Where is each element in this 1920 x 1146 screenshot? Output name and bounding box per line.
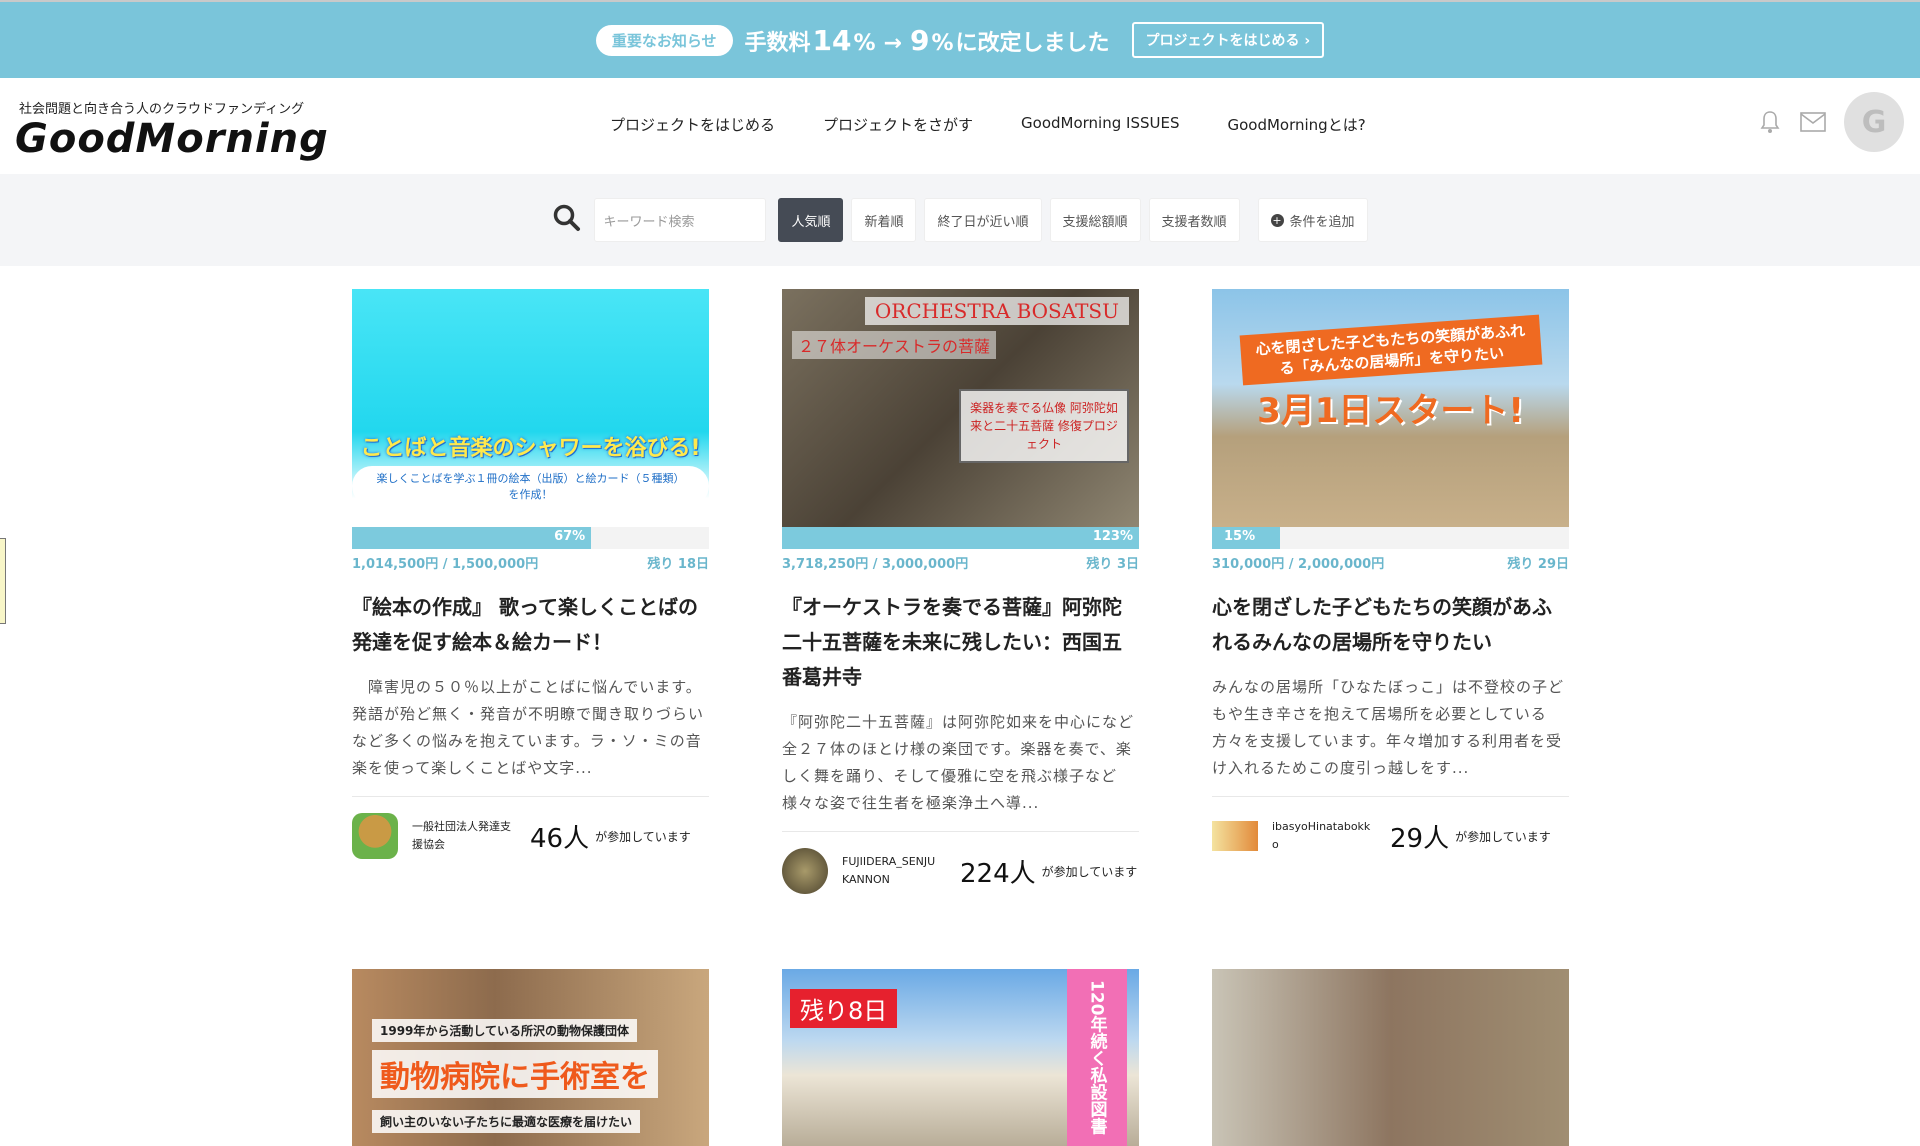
project-grid-row-2: 1999年から活動している所沢の動物保護団体 動物病院に手術室を 飼い主のいない子た… bbox=[352, 969, 1569, 1146]
project-card[interactable]: ORCHESTRA BOSATSU ２７体オーケストラの菩薩 楽器を奏でる仏像 … bbox=[782, 289, 1139, 896]
tagline: 社会問題と向き合う人のクラウドファンディング bbox=[19, 102, 305, 117]
start-project-banner-button[interactable]: プロジェクトをはじめる › bbox=[1131, 22, 1325, 58]
project-description: 障害児の５０％以上がことばに悩んでいます。発語が殆ど無く・発音が不明瞭で聞き取り… bbox=[352, 678, 705, 777]
sort-newest[interactable]: 新着順 bbox=[851, 198, 917, 242]
funding-amount: 3,718,250円 / 3,000,000円 bbox=[782, 557, 969, 572]
project-title[interactable]: 心を閉ざした子どもたちの笑顔があふれるみんなの居場所を守りたい bbox=[1212, 590, 1569, 660]
owner-avatar[interactable] bbox=[352, 813, 398, 859]
days-remaining: 残り 29日 bbox=[1507, 557, 1569, 572]
sort-total-amount[interactable]: 支援総額順 bbox=[1049, 198, 1141, 242]
progress-bar: 123% bbox=[782, 527, 1139, 549]
project-image[interactable]: 残り8日 120年続く私設図書 bbox=[782, 969, 1139, 1146]
plus-circle-icon: + bbox=[1270, 213, 1284, 227]
owner-name[interactable]: FUJIIDERA_SENJUKANNON bbox=[842, 853, 942, 889]
project-card[interactable]: 1999年から活動している所沢の動物保護団体 動物病院に手術室を 飼い主のいない子た… bbox=[352, 969, 709, 1146]
days-remaining: 残り 18日 bbox=[647, 557, 709, 572]
progress-percent: 123% bbox=[1092, 529, 1133, 544]
supporter-count: 224人 bbox=[960, 858, 1036, 889]
nav-issues[interactable]: GoodMorning ISSUES bbox=[1021, 114, 1179, 135]
supporter-count: 29人 bbox=[1390, 823, 1450, 854]
project-title[interactable]: 『オーケストラを奏でる菩薩』阿弥陀二十五菩薩を未来に残したい：西国五番葛井寺 bbox=[782, 590, 1139, 695]
bell-icon[interactable] bbox=[1758, 109, 1782, 135]
owner-name[interactable]: 一般社団法人発達支援協会 bbox=[412, 818, 512, 854]
main-nav: プロジェクトをはじめる プロジェクトをさがす GoodMorning ISSUE… bbox=[610, 114, 1366, 135]
project-card[interactable] bbox=[1212, 969, 1569, 1146]
side-drag-handle[interactable] bbox=[0, 538, 6, 624]
project-image[interactable] bbox=[1212, 969, 1569, 1146]
divider bbox=[352, 796, 709, 797]
progress-bar: 15% bbox=[1212, 527, 1569, 549]
nav-start-project[interactable]: プロジェクトをはじめる bbox=[610, 114, 775, 135]
divider bbox=[782, 831, 1139, 832]
important-notice-badge: 重要なお知らせ bbox=[595, 24, 733, 56]
site-header: 社会問題と向き合う人のクラウドファンディング GoodMorning プロジェク… bbox=[0, 78, 1920, 174]
supporter-count: 46人 bbox=[530, 823, 590, 854]
project-image[interactable]: 心を閉ざした子どもたちの笑顔があふれる「みんなの居場所」を守りたい 3月1日スタ… bbox=[1212, 289, 1569, 527]
nav-about[interactable]: GoodMorningとは? bbox=[1227, 114, 1365, 135]
nav-find-project[interactable]: プロジェクトをさがす bbox=[823, 114, 973, 135]
mail-icon[interactable] bbox=[1800, 112, 1826, 132]
logo[interactable]: 社会問題と向き合う人のクラウドファンディング GoodMorning bbox=[15, 98, 329, 159]
filter-bar: キーワード検索 人気順 新着順 終了日が近い順 支援総額順 支援者数順 + 条件を… bbox=[0, 174, 1920, 266]
owner-name[interactable]: ibasyoHinatabokko bbox=[1272, 818, 1372, 854]
divider bbox=[1212, 796, 1569, 797]
project-image[interactable]: ORCHESTRA BOSATSU ２７体オーケストラの菩薩 楽器を奏でる仏像 … bbox=[782, 289, 1139, 527]
chevron-right-icon: › bbox=[1304, 33, 1311, 49]
project-description: みんなの居場所「ひなたぼっこ」は不登校の子どもや生き辛さを抱えて居場所を必要とし… bbox=[1212, 678, 1565, 777]
add-condition-button[interactable]: + 条件を追加 bbox=[1257, 198, 1368, 242]
progress-bar: 67% bbox=[352, 527, 709, 549]
owner-avatar[interactable] bbox=[1212, 821, 1258, 851]
project-description: 『阿弥陀二十五菩薩』は阿弥陀如来を中心になど全２７体のほとけ様の楽団です。楽器を… bbox=[782, 713, 1135, 812]
progress-percent: 15% bbox=[1224, 529, 1256, 544]
sort-supporters[interactable]: 支援者数順 bbox=[1148, 198, 1240, 242]
project-title[interactable]: 『絵本の作成』 歌って楽しくことばの発達を促す絵本＆絵カード！ bbox=[352, 590, 709, 660]
keyword-search-input[interactable]: キーワード検索 bbox=[594, 198, 767, 242]
funding-amount: 310,000円 / 2,000,000円 bbox=[1212, 557, 1385, 572]
sort-ending-soon[interactable]: 終了日が近い順 bbox=[924, 198, 1042, 242]
search-icon[interactable] bbox=[552, 203, 582, 237]
announcement-banner: 重要なお知らせ 手数料 14% → 9% に改定しました プロジェクトをはじめる… bbox=[0, 0, 1920, 78]
sort-popular[interactable]: 人気順 bbox=[778, 198, 844, 242]
project-image[interactable]: ことばと音楽のシャワーを浴びる! 楽しくことばを学ぶ１冊の絵本（出版）と絵カード… bbox=[352, 289, 709, 527]
owner-avatar[interactable] bbox=[782, 848, 828, 894]
fee-change-message: 手数料 14% → 9% に改定しました bbox=[744, 23, 1110, 57]
days-remaining: 残り 3日 bbox=[1086, 557, 1139, 572]
user-avatar[interactable]: G bbox=[1844, 92, 1904, 152]
progress-percent: 67% bbox=[554, 529, 586, 544]
project-grid: ことばと音楽のシャワーを浴びる! 楽しくことばを学ぶ１冊の絵本（出版）と絵カード… bbox=[352, 289, 1569, 896]
funding-amount: 1,014,500円 / 1,500,000円 bbox=[352, 557, 539, 572]
project-card[interactable]: ことばと音楽のシャワーを浴びる! 楽しくことばを学ぶ１冊の絵本（出版）と絵カード… bbox=[352, 289, 709, 896]
project-card[interactable]: 心を閉ざした子どもたちの笑顔があふれる「みんなの居場所」を守りたい 3月1日スタ… bbox=[1212, 289, 1569, 896]
project-image[interactable]: 1999年から活動している所沢の動物保護団体 動物病院に手術室を 飼い主のいない子た… bbox=[352, 969, 709, 1146]
project-card[interactable]: 残り8日 120年続く私設図書 bbox=[782, 969, 1139, 1146]
logo-text: GoodMorning bbox=[15, 116, 329, 162]
